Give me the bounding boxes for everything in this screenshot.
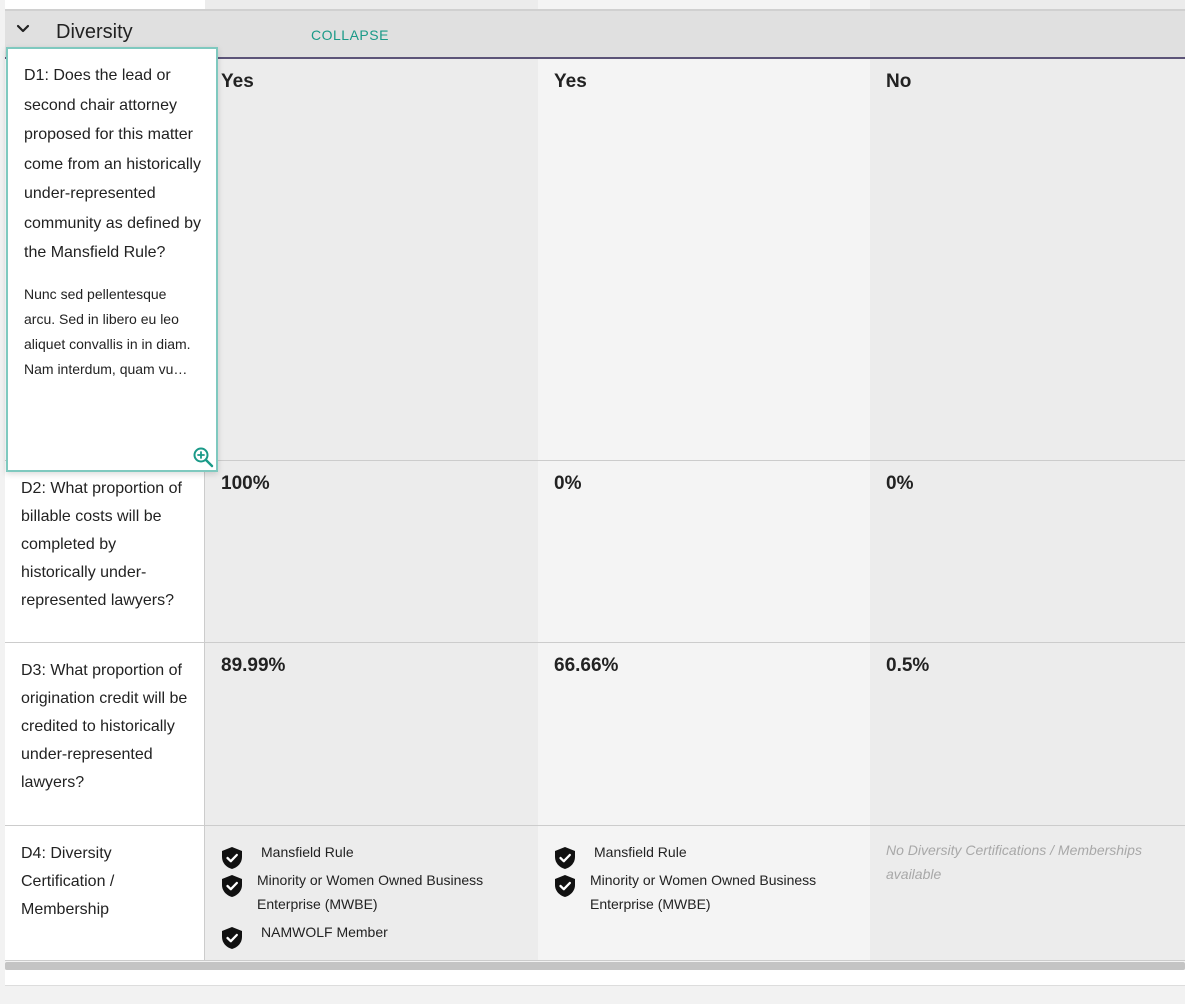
answer-value: 89.99% [221,655,286,676]
comparison-page: Diversity COLLAPSE Yes Yes No D2: What p… [0,0,1185,1004]
answer-value: 100% [221,473,270,494]
shield-check-icon [555,875,575,897]
answer-value: 0% [554,473,582,494]
answer-value: 0% [886,473,914,494]
zoom-in-icon[interactable] [192,446,214,468]
question-cell-d3: D3: What proportion of origination credi… [5,643,205,826]
expanded-question-card-d1[interactable]: D1: Does the lead or second chair attorn… [6,47,218,472]
answer-value: 66.66% [554,655,619,676]
certification-label: Mansfield Rule [261,844,354,860]
shield-check-icon [222,927,242,949]
certification-item: NAMWOLF Member [221,920,522,949]
chevron-down-icon[interactable] [15,21,31,37]
answer-value: Yes [221,71,254,92]
table-footer [5,970,1185,986]
shield-check-icon [222,847,242,869]
answer-cell: No [870,59,1185,461]
table-row-d4: D4: Diversity Certification / Membership… [5,826,1185,961]
answer-cell: Yes [538,59,870,461]
table-row-d3: D3: What proportion of origination credi… [5,643,1185,826]
answer-cell: 89.99% [205,643,538,826]
certifications-cell: Mansfield Rule Minority or Women Owned B… [538,826,870,961]
shield-check-icon [555,847,575,869]
answer-value: No [886,71,912,92]
certification-label: NAMWOLF Member [261,924,388,940]
certification-item: Minority or Women Owned Business Enterpr… [554,868,854,916]
answer-cell: 0% [870,461,1185,643]
question-description-d1: Nunc sed pellentesque arcu. Sed in liber… [24,285,191,377]
certification-item: Minority or Women Owned Business Enterpr… [221,868,522,916]
table-row-d2: D2: What proportion of billable costs wi… [5,461,1185,643]
certification-label: Minority or Women Owned Business Enterpr… [257,872,484,912]
question-cell-d4: D4: Diversity Certification / Membership [5,826,205,961]
answer-cell: 0.5% [870,643,1185,826]
horizontal-scrollbar[interactable] [5,962,1185,970]
answer-cell: 0% [538,461,870,643]
answer-value: Yes [554,71,587,92]
no-certifications-text: No Diversity Certifications / Membership… [886,842,1142,882]
certification-label: Mansfield Rule [594,844,687,860]
answer-cell: 100% [205,461,538,643]
answer-value: 0.5% [886,655,930,676]
question-text-d1: D1: Does the lead or second chair attorn… [24,67,201,261]
section-title: Diversity [56,21,133,43]
answer-cell: 66.66% [538,643,870,826]
certification-label: Minority or Women Owned Business Enterpr… [590,872,817,912]
collapse-button[interactable]: COLLAPSE [311,27,389,43]
certifications-cell: Mansfield Rule Minority or Women Owned B… [205,826,538,961]
certification-item: Mansfield Rule [554,840,854,869]
answer-cell: Yes [205,59,538,461]
certifications-cell: No Diversity Certifications / Membership… [870,826,1185,961]
certification-item: Mansfield Rule [221,840,522,869]
question-cell-d2: D2: What proportion of billable costs wi… [5,461,205,643]
shield-check-icon [222,875,242,897]
